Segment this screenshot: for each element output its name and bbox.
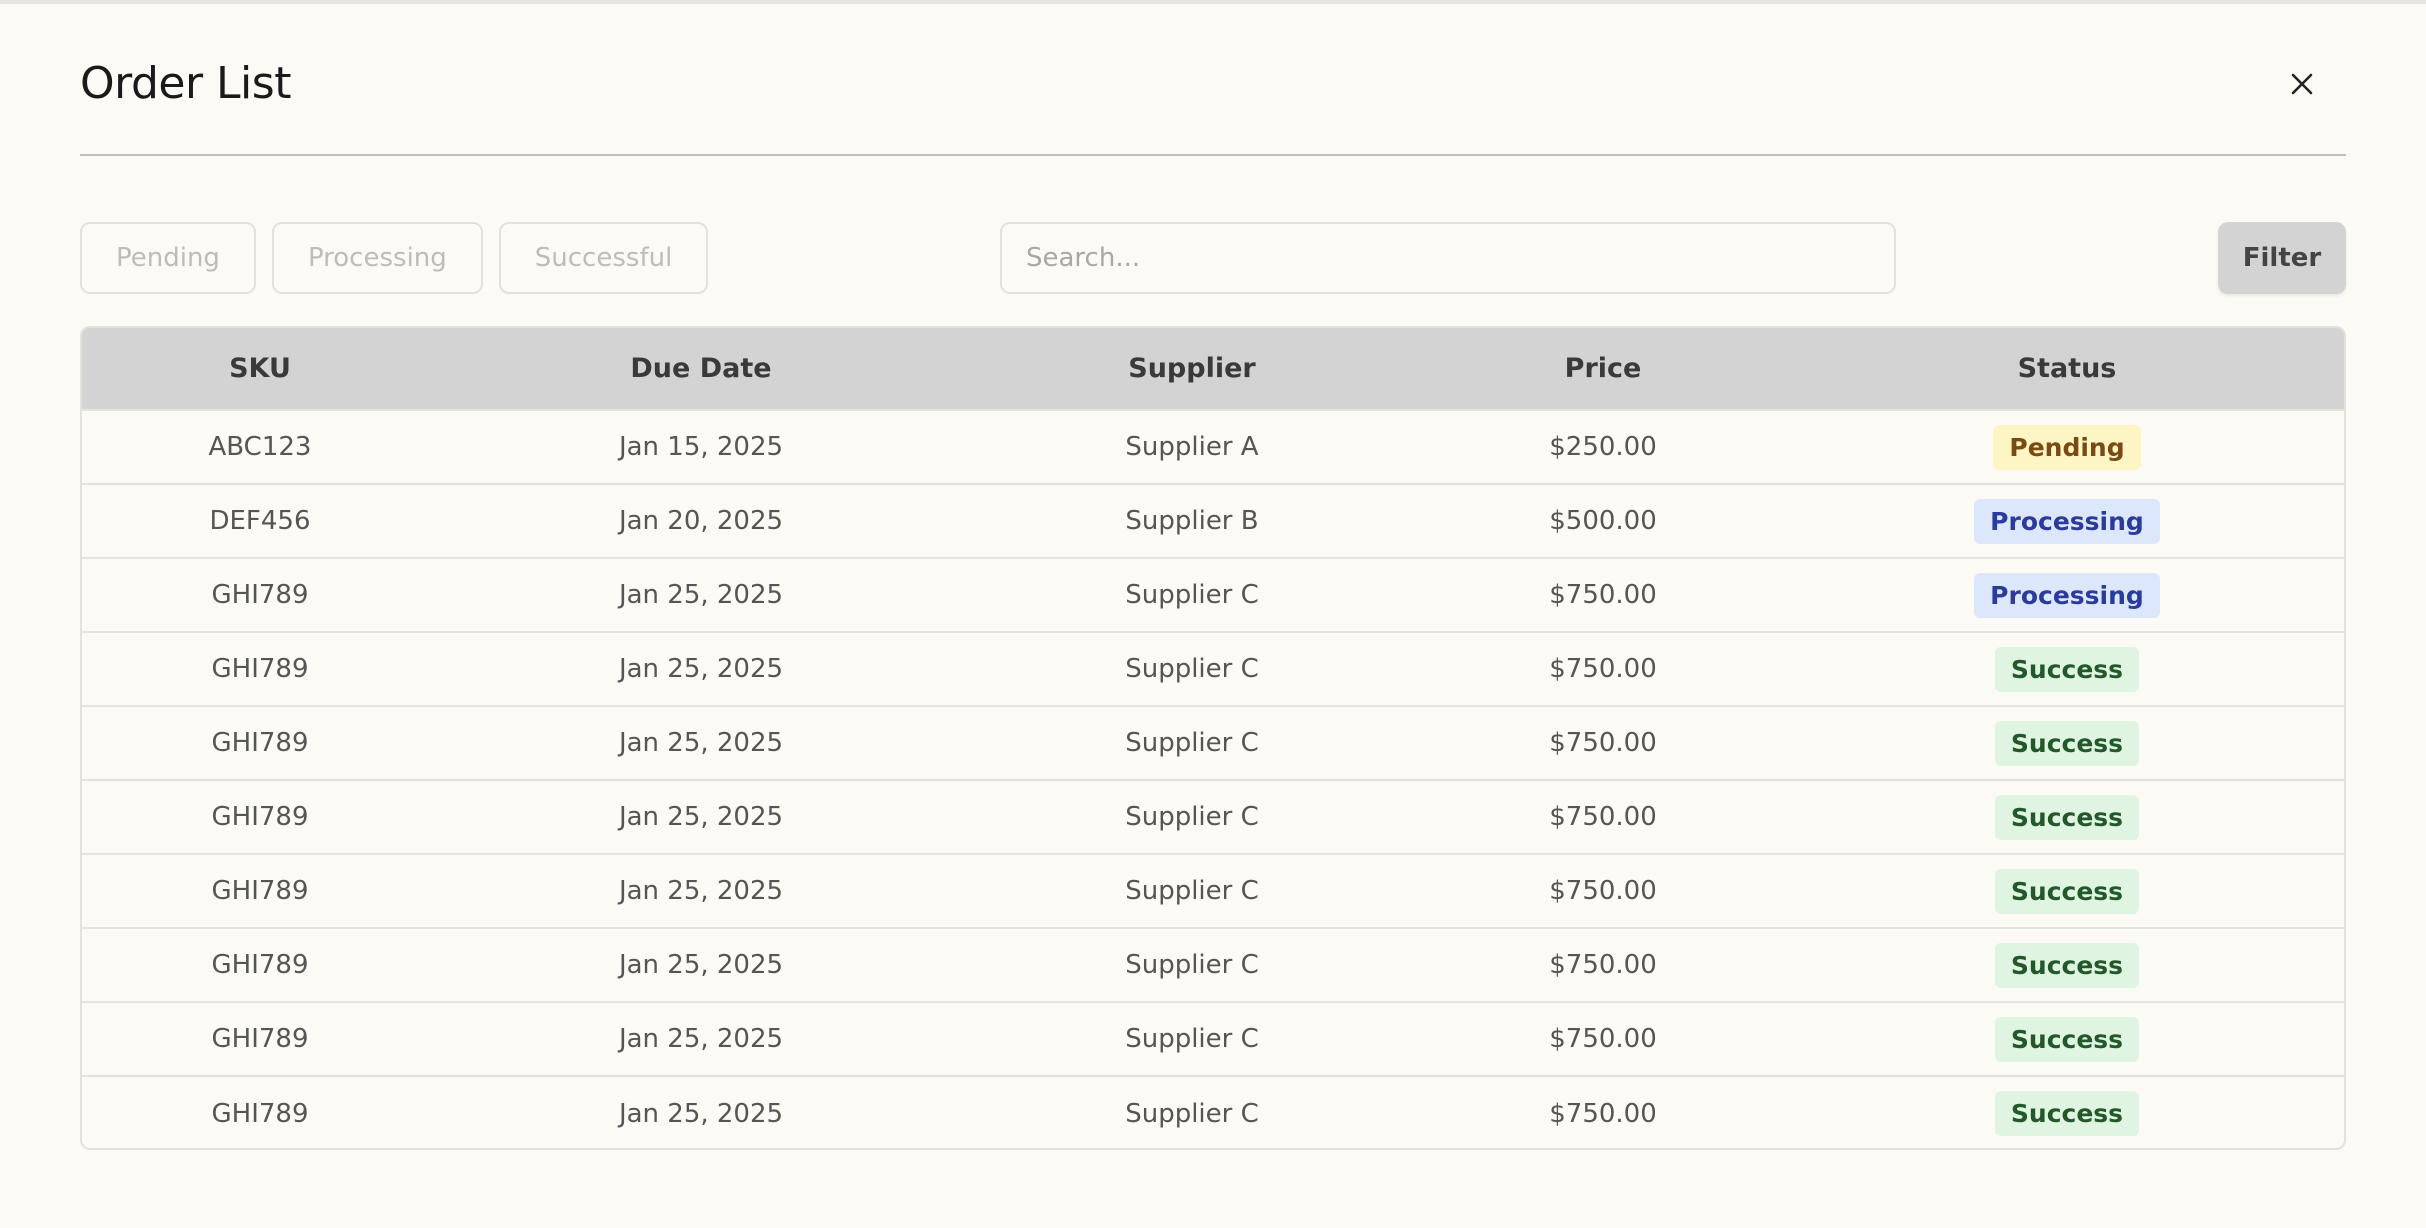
tab-successful[interactable]: Successful [498,222,709,294]
status-badge: Success [1994,868,2140,914]
cell-sku: GHI789 [82,705,438,780]
status-badge: Pending [1993,424,2141,470]
cell-due-date: Jan 25, 2025 [438,779,964,854]
column-header-price[interactable]: Price [1420,328,1786,410]
cell-supplier: Supplier C [964,779,1420,854]
cell-status: Processing [1786,483,2344,558]
tab-processing[interactable]: Processing [271,222,483,294]
table-row[interactable]: GHI789 Jan 25, 2025 Supplier C $750.00 Proce… [82,557,2344,632]
cell-status: Success [1786,1075,2344,1148]
cell-price: $250.00 [1420,409,1786,484]
table-row[interactable]: GHI789 Jan 25, 2025 Supplier C $750.00 Succe… [82,705,2344,780]
status-badge: Success [1994,1091,2140,1136]
table-header-row: SKU Due Date Supplier Price Status [82,328,2344,410]
cell-price: $750.00 [1420,631,1786,706]
cell-supplier: Supplier A [964,409,1420,484]
cell-status: Success [1786,853,2344,928]
cell-status: Success [1786,705,2344,780]
status-badge: Success [1994,1016,2140,1062]
cell-sku: GHI789 [82,1075,438,1148]
column-header-due-date[interactable]: Due Date [438,328,964,410]
modal-header: Order List [80,48,2346,156]
cell-price: $750.00 [1420,927,1786,1002]
cell-price: $750.00 [1420,1001,1786,1076]
close-icon [2291,73,2313,95]
cell-sku: GHI789 [82,557,438,632]
cell-price: $750.00 [1420,853,1786,928]
table-row[interactable]: GHI789 Jan 25, 2025 Supplier C $750.00 Succe… [82,631,2344,706]
table-row[interactable]: GHI789 Jan 25, 2025 Supplier C $750.00 Succe… [82,1075,2344,1148]
cell-due-date: Jan 25, 2025 [438,631,964,706]
cell-price: $750.00 [1420,705,1786,780]
cell-status: Success [1786,1001,2344,1076]
cell-due-date: Jan 25, 2025 [438,927,964,1002]
status-badge: Processing [1974,572,2160,618]
cell-due-date: Jan 15, 2025 [438,409,964,484]
close-button[interactable] [2278,60,2326,108]
cell-status: Success [1786,779,2344,854]
tab-pending[interactable]: Pending [80,222,256,294]
cell-sku: GHI789 [82,1001,438,1076]
cell-supplier: Supplier C [964,705,1420,780]
status-badge: Processing [1974,498,2160,544]
cell-due-date: Jan 25, 2025 [438,853,964,928]
cell-sku: DEF456 [82,483,438,558]
status-badge: Success [1994,720,2140,766]
cell-status: Processing [1786,557,2344,632]
cell-price: $750.00 [1420,779,1786,854]
cell-status: Pending [1786,409,2344,484]
cell-supplier: Supplier C [964,1001,1420,1076]
search-input[interactable] [1000,222,1896,294]
status-badge: Success [1994,646,2140,692]
top-divider [0,0,2426,4]
table-row[interactable]: DEF456 Jan 20, 2025 Supplier B $500.00 Proce… [82,483,2344,558]
cell-sku: GHI789 [82,631,438,706]
table-row[interactable]: GHI789 Jan 25, 2025 Supplier C $750.00 Succe… [82,779,2344,854]
status-badge: Success [1994,942,2140,988]
cell-supplier: Supplier B [964,483,1420,558]
toolbar: Pending Processing Successful Filter [80,222,2346,294]
table-row[interactable]: GHI789 Jan 25, 2025 Supplier C $750.00 Succe… [82,927,2344,1002]
cell-due-date: Jan 25, 2025 [438,705,964,780]
cell-price: $500.00 [1420,483,1786,558]
cell-due-date: Jan 20, 2025 [438,483,964,558]
cell-supplier: Supplier C [964,557,1420,632]
cell-price: $750.00 [1420,1075,1786,1148]
cell-supplier: Supplier C [964,1075,1420,1148]
cell-supplier: Supplier C [964,927,1420,1002]
filter-button[interactable]: Filter [2218,222,2346,294]
table-row[interactable]: GHI789 Jan 25, 2025 Supplier C $750.00 Succe… [82,1001,2344,1076]
table-row[interactable]: ABC123 Jan 15, 2025 Supplier A $250.00 Pendi… [82,409,2344,484]
cell-due-date: Jan 25, 2025 [438,557,964,632]
status-badge: Success [1994,794,2140,840]
cell-sku: GHI789 [82,853,438,928]
cell-supplier: Supplier C [964,631,1420,706]
cell-sku: ABC123 [82,409,438,484]
cell-due-date: Jan 25, 2025 [438,1075,964,1148]
order-table: SKU Due Date Supplier Price Status ABC12… [80,326,2346,1150]
cell-sku: GHI789 [82,779,438,854]
page-title: Order List [80,58,291,109]
table-row[interactable]: GHI789 Jan 25, 2025 Supplier C $750.00 Succe… [82,853,2344,928]
cell-sku: GHI789 [82,927,438,1002]
cell-supplier: Supplier C [964,853,1420,928]
cell-due-date: Jan 25, 2025 [438,1001,964,1076]
column-header-status[interactable]: Status [1786,328,2344,410]
cell-status: Success [1786,631,2344,706]
status-tabs: Pending Processing Successful [80,222,709,294]
cell-price: $750.00 [1420,557,1786,632]
column-header-sku[interactable]: SKU [82,328,438,410]
cell-status: Success [1786,927,2344,1002]
column-header-supplier[interactable]: Supplier [964,328,1420,410]
